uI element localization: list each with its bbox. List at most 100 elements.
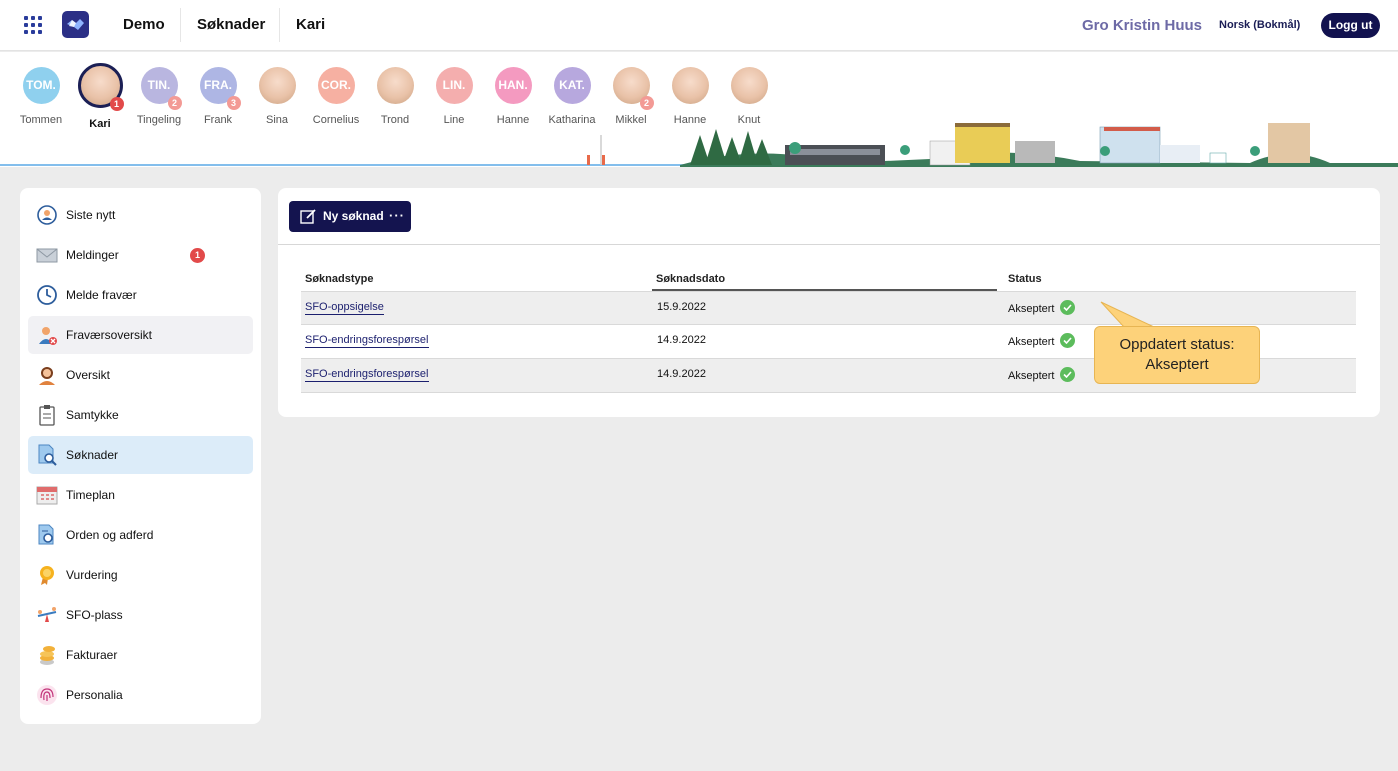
checkmark-icon (1060, 367, 1075, 382)
person-icon (39, 367, 55, 385)
child-initials-text: KAT. (559, 78, 585, 92)
sidebar-item-label: Siste nytt (66, 208, 116, 222)
child-initials: COR. (317, 67, 355, 104)
sidebar-item-label: Meldinger (66, 248, 119, 262)
notification-badge: 3 (226, 96, 241, 110)
child-initials: HAN. (494, 67, 532, 104)
child-initials: TIN. 2 (140, 67, 182, 110)
logout-button[interactable]: Logg ut (1321, 13, 1380, 38)
child-photo (730, 67, 768, 104)
children-selector: TOM. Tommen 1 Kari TIN. 2 Tingeling FRA. 3 Frank S… (0, 52, 1398, 167)
application-status: Akseptert (1008, 336, 1055, 348)
child-initials-text: COR. (321, 78, 351, 92)
clock-icon (37, 285, 57, 305)
notification-badge: 1 (109, 97, 124, 111)
application-date: 14.9.2022 (657, 368, 706, 380)
sidebar-item-oversikt[interactable]: Oversikt (28, 356, 253, 394)
sidebar-item-personalia[interactable]: Personalia (28, 676, 253, 714)
application-link[interactable]: SFO-oppsigelse (305, 301, 384, 315)
callout-line-1: Oppdatert status: (1119, 336, 1235, 353)
sidebar-item-orden-og-adferd[interactable]: Orden og adferd (28, 516, 253, 554)
child-name: Knut (737, 114, 761, 126)
breadcrumb-demo[interactable]: Demo (123, 0, 165, 51)
report-icon (38, 524, 54, 545)
child-photo: 1 (77, 63, 124, 111)
child-initials: KAT. (553, 67, 591, 104)
application-link[interactable]: SFO-endringsforespørsel (305, 368, 429, 382)
more-options-icon[interactable]: ··· (389, 201, 405, 230)
notification-badge: 2 (167, 96, 182, 110)
sidebar-item-label: Orden og adferd (66, 528, 154, 542)
column-header-status[interactable]: Status (1008, 273, 1042, 285)
user-name[interactable]: Gro Kristin Huus (1082, 0, 1202, 51)
callout-line-2: Akseptert (1145, 356, 1209, 373)
sidebar-item-melde-fravaer[interactable]: Melde fravær (28, 276, 253, 314)
sidebar-item-soknader[interactable]: Søknader (28, 436, 253, 474)
language-selector[interactable]: Norsk (Bokmål) (1219, 0, 1300, 51)
application-date: 14.9.2022 (657, 334, 706, 346)
sidebar-item-label: Samtykke (66, 408, 119, 422)
sidebar-item-label: Vurdering (66, 568, 118, 582)
sidebar-item-samtykke[interactable]: Samtykke (28, 396, 253, 434)
app-grid-icon[interactable] (24, 16, 42, 34)
new-application-button[interactable]: Ny søknad ··· (289, 201, 411, 232)
fingerprint-icon (37, 685, 57, 705)
news-icon (37, 205, 57, 225)
sidebar-item-label: Personalia (66, 688, 123, 702)
new-application-label: Ny søknad (323, 209, 384, 223)
child-photo (671, 67, 709, 104)
child-photo (258, 67, 296, 104)
sidebar-item-label: SFO-plass (66, 608, 123, 622)
sidebar-item-label: Søknader (66, 448, 119, 462)
unread-badge: 1 (190, 248, 205, 263)
child-initials-text: TOM. (26, 78, 56, 92)
sidebar-item-meldinger[interactable]: Meldinger 1 (28, 236, 253, 274)
child-initials-text: LIN. (442, 78, 466, 92)
sidebar-item-timeplan[interactable]: Timeplan (28, 476, 253, 514)
app-logo[interactable] (62, 11, 89, 38)
sidebar-item-fakturaer[interactable]: Fakturaer (28, 636, 253, 674)
child-initials: FRA. 3 (199, 67, 241, 110)
application-status: Akseptert (1008, 370, 1055, 382)
application-link[interactable]: SFO-endringsforespørsel (305, 334, 429, 348)
sidebar-item-label: Melde fravær (66, 288, 137, 302)
document-search-icon (38, 444, 57, 466)
status-callout: Oppdatert status: Akseptert (1094, 326, 1260, 384)
child-initials-text: FRA. (204, 78, 232, 92)
sidebar-item-label: Fraværsoversikt (66, 328, 153, 342)
panel-divider (278, 244, 1380, 245)
breadcrumb-separator (180, 8, 181, 42)
coins-icon (40, 646, 55, 665)
child-photo: 2 (612, 67, 654, 110)
child-initials: LIN. (435, 67, 473, 104)
sidebar-item-label: Fakturaer (66, 648, 118, 662)
child-initials: TOM. (22, 67, 60, 104)
checkmark-icon (1060, 300, 1075, 315)
column-header-type[interactable]: Søknadstype (305, 273, 373, 285)
child-initials-text: TIN. (147, 78, 171, 92)
top-bar: Demo Søknader Kari Gro Kristin Huus Nors… (0, 0, 1398, 51)
sidebar: Siste nytt Meldinger 1 Melde fravær Frav… (20, 188, 261, 724)
child-initials-text: HAN. (498, 78, 528, 92)
child-avatar[interactable]: Knut (714, 67, 784, 126)
breadcrumb-separator (279, 8, 280, 42)
edit-icon (300, 209, 316, 224)
sidebar-item-vurdering[interactable]: Vurdering (28, 556, 253, 594)
sidebar-item-label: Timeplan (66, 488, 115, 502)
sidebar-item-sfo-plass[interactable]: SFO-plass (28, 596, 253, 634)
medal-icon (40, 566, 54, 585)
application-status: Akseptert (1008, 303, 1055, 315)
absence-person-icon (39, 327, 57, 345)
seesaw-icon (37, 607, 57, 622)
breadcrumb-kari[interactable]: Kari (296, 0, 325, 51)
calendar-icon (36, 486, 58, 505)
notification-badge: 2 (639, 96, 654, 110)
sidebar-item-siste-nytt[interactable]: Siste nytt (28, 196, 253, 234)
envelope-icon (36, 248, 58, 263)
application-date: 15.9.2022 (657, 301, 706, 313)
column-header-date[interactable]: Søknadsdato (656, 273, 725, 285)
child-photo (376, 67, 414, 104)
sidebar-item-label: Oversikt (66, 368, 111, 382)
breadcrumb-soknader[interactable]: Søknader (197, 0, 265, 51)
sidebar-item-fravaersoversikt[interactable]: Fraværsoversikt (28, 316, 253, 354)
